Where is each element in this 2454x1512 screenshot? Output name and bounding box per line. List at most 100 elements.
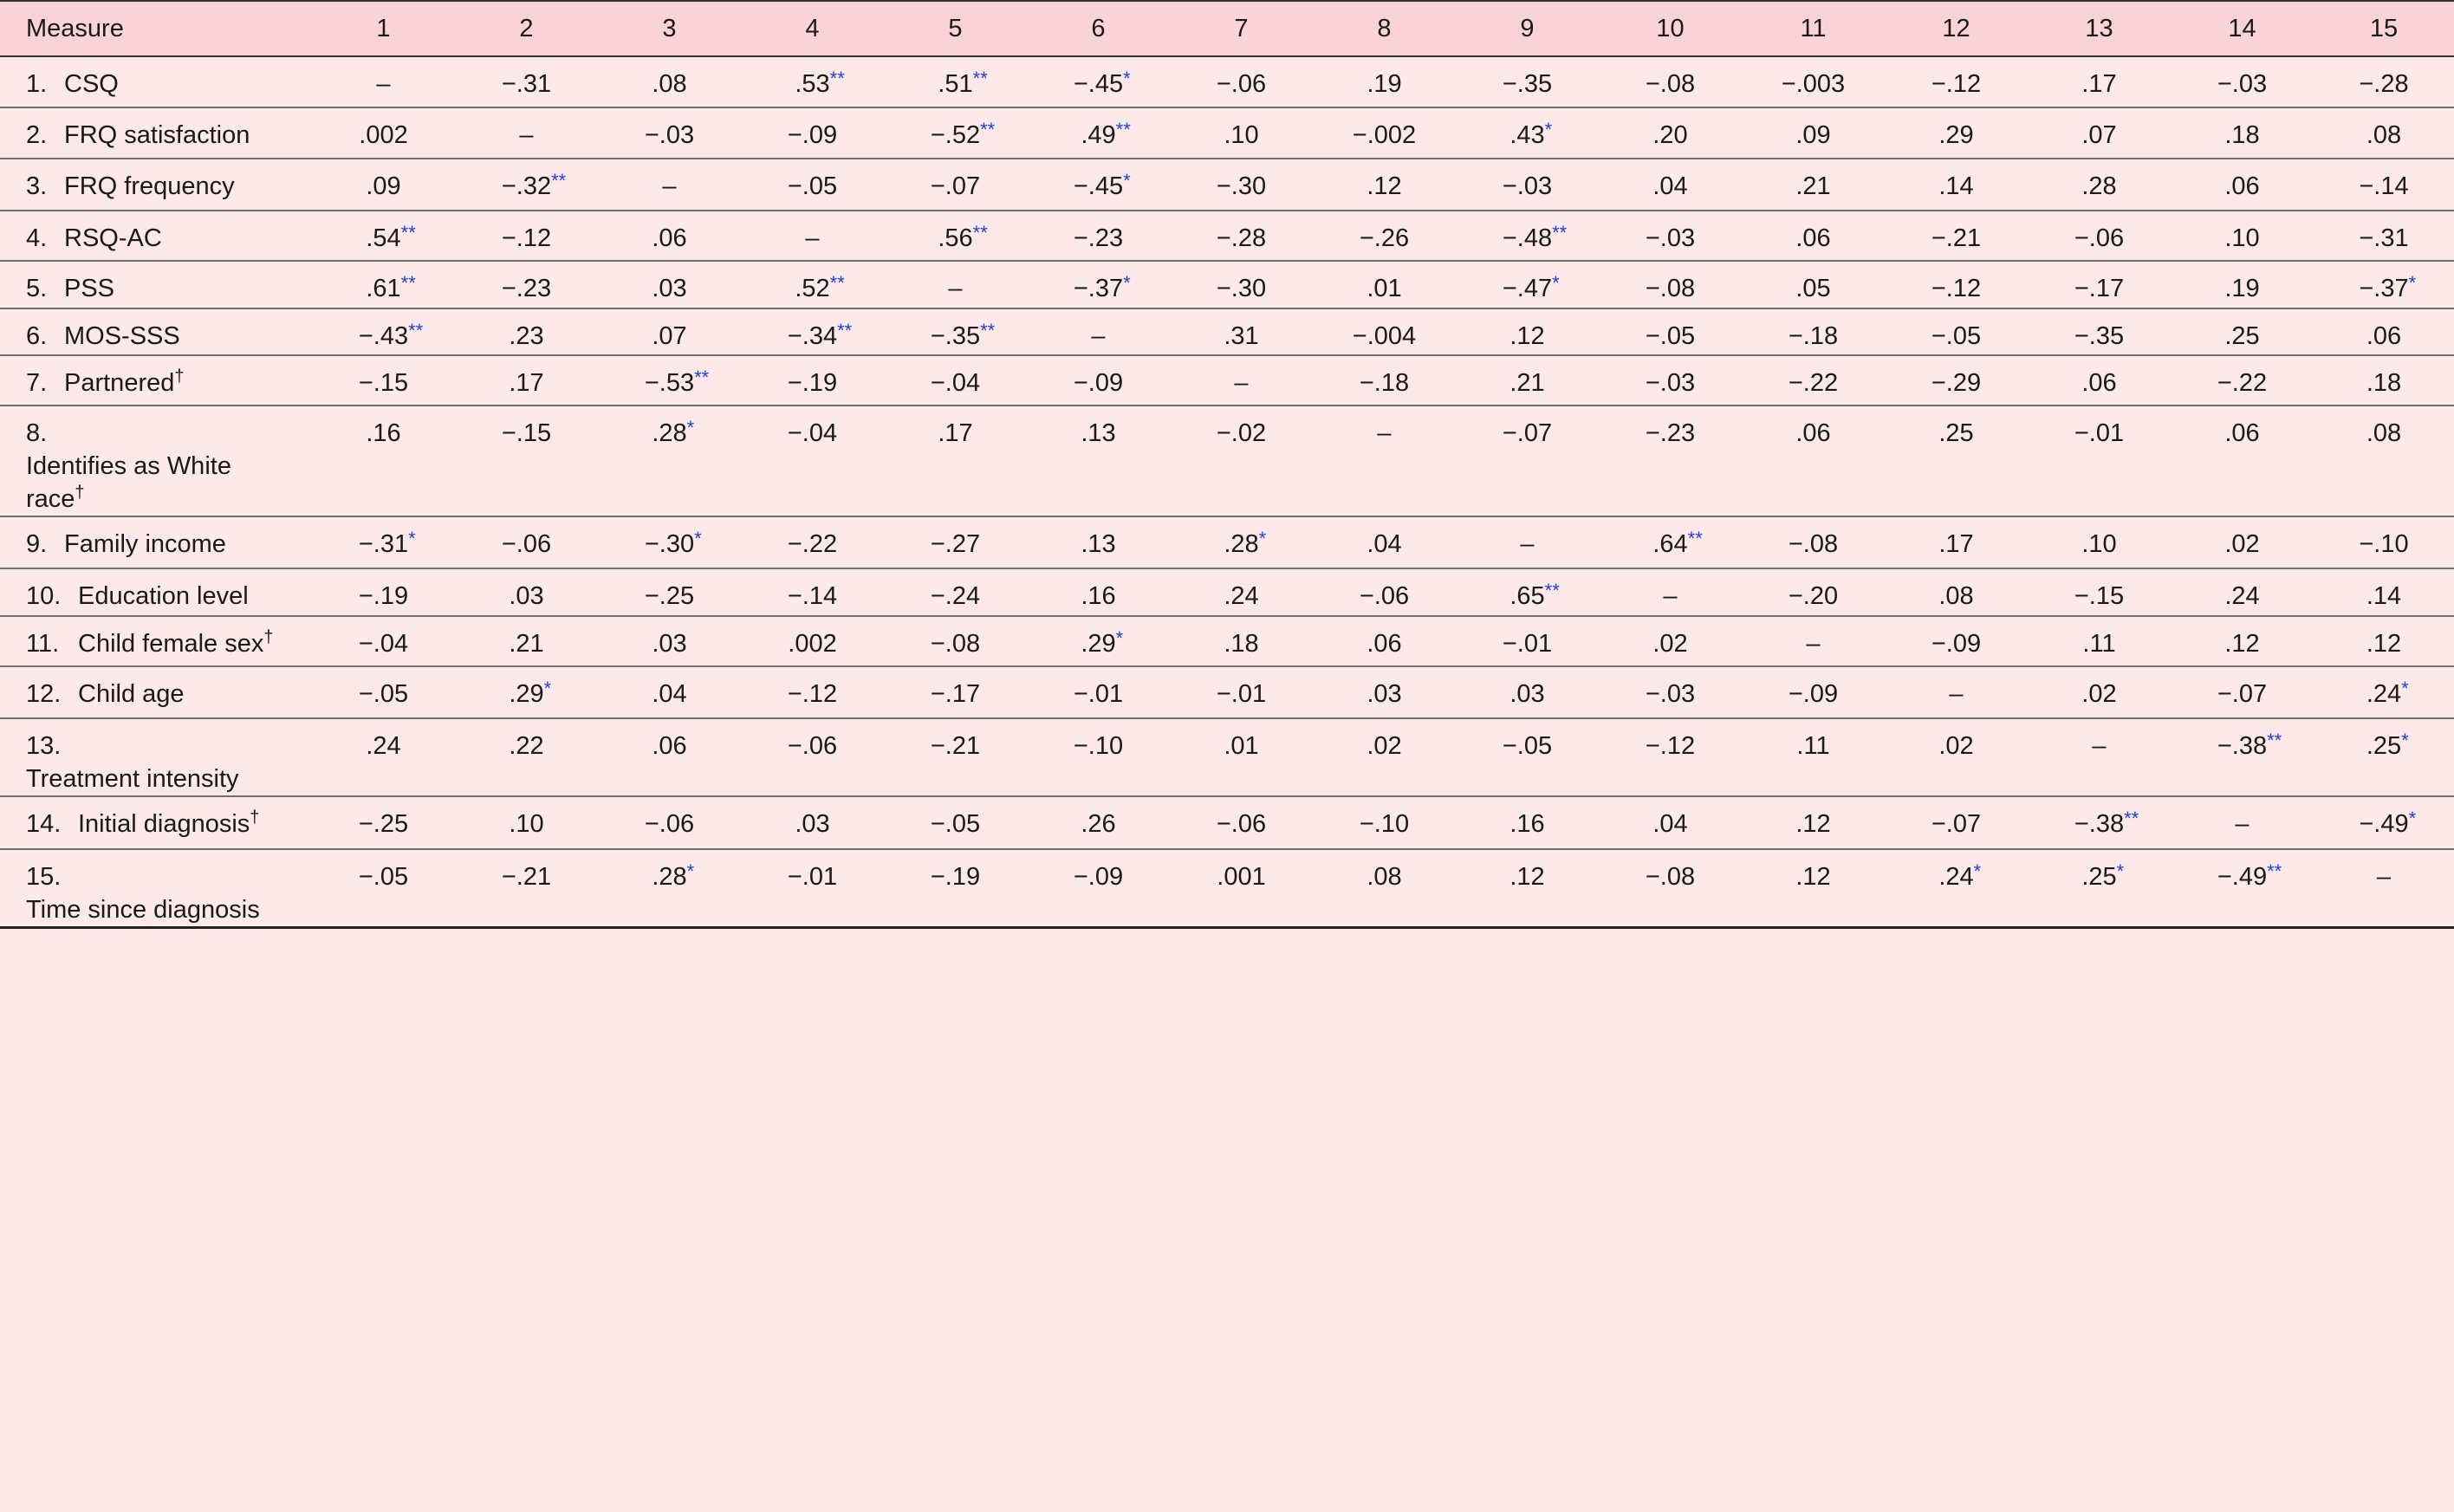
correlation-cell: .20 bbox=[1599, 107, 1742, 159]
measure-label-text: MOS-SSS bbox=[64, 322, 180, 350]
correlation-value: −.26 bbox=[1360, 222, 1409, 255]
correlation-value: −.12 bbox=[1646, 730, 1695, 762]
table-row: 5. PSS .61 ** −.23.03.52 ** – −.37 * −.30.01 −.47 *… bbox=[0, 261, 2454, 308]
correlation-number: .24 bbox=[1938, 863, 1974, 891]
correlation-number: – bbox=[948, 275, 963, 302]
correlation-cell: −.27 bbox=[884, 516, 1027, 568]
correlation-number: – bbox=[1520, 530, 1535, 558]
correlation-number: −.49 bbox=[2359, 810, 2409, 838]
correlation-value: .21 bbox=[509, 627, 543, 660]
correlation-cell: −.08 bbox=[1742, 516, 1885, 568]
correlation-number: −.45 bbox=[1073, 70, 1124, 98]
correlation-value: – bbox=[805, 222, 819, 255]
correlation-value: .07 bbox=[2081, 119, 2116, 152]
correlation-cell: .06 bbox=[2314, 308, 2454, 355]
correlation-number: −.07 bbox=[1502, 419, 1553, 447]
correlation-cell: .08 bbox=[2314, 406, 2454, 516]
correlation-value: −.38 ** bbox=[2074, 808, 2139, 840]
correlation-number: .25 bbox=[2224, 322, 2260, 350]
correlation-value: −.21 bbox=[931, 730, 980, 762]
correlation-value: .31 bbox=[1224, 320, 1258, 353]
measure-label: PSS bbox=[64, 272, 114, 305]
dagger-mark: † bbox=[263, 627, 274, 647]
table-row: 10. Education level −.19 .03 −.25 −.14 −.24 .16… bbox=[0, 568, 2454, 616]
correlation-cell: .56 ** bbox=[884, 211, 1027, 261]
correlation-cell: −.04 bbox=[884, 355, 1027, 406]
correlation-cell: −.004 bbox=[1313, 308, 1456, 355]
correlation-value: .24 * bbox=[1938, 860, 1981, 893]
correlation-value: −.22 bbox=[2217, 367, 2267, 399]
correlation-value: – bbox=[519, 119, 533, 152]
correlation-number: −.03 bbox=[1645, 680, 1696, 708]
correlation-cell: .61 ** bbox=[312, 261, 455, 308]
correlation-value: −.47 * bbox=[1503, 272, 1560, 305]
correlation-cell: – bbox=[2171, 796, 2314, 849]
correlation-number: −.28 bbox=[2359, 70, 2409, 98]
measure-number: 2. bbox=[26, 121, 48, 149]
correlation-cell: −.21 bbox=[1885, 211, 2028, 261]
correlation-value: −.08 bbox=[1646, 272, 1695, 305]
correlation-cell: .24 bbox=[312, 718, 455, 796]
significance-stars: * bbox=[1552, 272, 1560, 294]
correlation-value: .06 bbox=[2081, 367, 2116, 399]
correlation-value: .21 bbox=[1795, 170, 1830, 203]
correlation-number: .16 bbox=[366, 419, 401, 447]
correlation-value: .10 bbox=[2081, 528, 2116, 561]
correlation-value: −.31 bbox=[502, 68, 551, 101]
correlation-value: −.08 bbox=[1646, 68, 1695, 101]
correlation-number: .11 bbox=[2082, 630, 2116, 658]
correlation-number: .06 bbox=[1795, 419, 1831, 447]
correlation-number: −.01 bbox=[1216, 680, 1267, 708]
correlation-cell: −.12 bbox=[455, 211, 598, 261]
correlation-number: .12 bbox=[1795, 810, 1831, 838]
correlation-value: −.06 bbox=[788, 730, 837, 762]
correlation-number: .03 bbox=[652, 275, 687, 302]
correlation-number: −.14 bbox=[2359, 172, 2409, 200]
correlation-cell: −.03 bbox=[1599, 211, 1742, 261]
correlation-value: .06 bbox=[2224, 170, 2259, 203]
correlation-cell: .08 bbox=[1885, 568, 2028, 616]
correlation-cell: .14 bbox=[1885, 159, 2028, 211]
correlation-value: .56 ** bbox=[938, 222, 987, 255]
correlation-value: −.28 bbox=[2359, 68, 2408, 101]
correlation-cell: .03 bbox=[1313, 666, 1456, 718]
correlation-number: −.01 bbox=[1502, 630, 1553, 658]
measure-cell: 7. Partnered† bbox=[0, 355, 312, 406]
correlation-value: .16 bbox=[1081, 580, 1115, 613]
correlation-value: −.37 * bbox=[1074, 272, 1131, 305]
correlation-number: −.12 bbox=[1931, 275, 1982, 302]
measure-label: Initial diagnosis† bbox=[78, 808, 259, 840]
correlation-number: .10 bbox=[2224, 224, 2260, 252]
correlation-number: −.34 bbox=[787, 322, 838, 350]
correlation-number: – bbox=[519, 121, 534, 149]
correlation-number: −.12 bbox=[501, 224, 552, 252]
measure-number: 1. bbox=[26, 70, 48, 98]
correlation-value: .18 bbox=[1224, 627, 1258, 660]
correlation-number: .06 bbox=[652, 732, 687, 760]
correlation-cell: −.34 ** bbox=[741, 308, 884, 355]
measure-label-text: Education level bbox=[78, 582, 249, 610]
correlation-number: .01 bbox=[1224, 732, 1259, 760]
measure-cell: 6. MOS-SSS bbox=[0, 308, 312, 355]
correlation-number: .04 bbox=[652, 680, 687, 708]
correlation-number: −.37 bbox=[2359, 275, 2409, 302]
correlation-cell: .09 bbox=[312, 159, 455, 211]
significance-stars: * bbox=[686, 417, 695, 438]
table-row: 7. Partnered† −.15 .17 −.53 ** −.19 −.04 −.09 – −.… bbox=[0, 355, 2454, 406]
correlation-value: .24 * bbox=[2366, 678, 2409, 711]
correlation-number: −.05 bbox=[1931, 322, 1982, 350]
correlation-cell: .03 bbox=[455, 568, 598, 616]
correlation-cell: −.08 bbox=[1599, 261, 1742, 308]
correlation-cell: −.01 bbox=[1170, 666, 1313, 718]
correlation-value: −.34 ** bbox=[787, 320, 852, 353]
correlation-cell: −.15 bbox=[2028, 568, 2171, 616]
correlation-value: −.04 bbox=[788, 417, 837, 450]
correlation-value: −.49 * bbox=[2359, 808, 2416, 840]
measure-number: 13. bbox=[26, 732, 62, 760]
measure-cell: 9. Family income bbox=[0, 516, 312, 568]
correlation-value: – bbox=[1806, 627, 1820, 660]
correlation-cell: −.48 ** bbox=[1456, 211, 1599, 261]
correlation-cell: −.14 bbox=[2314, 159, 2454, 211]
correlation-cell: −.49 * bbox=[2314, 796, 2454, 849]
correlation-cell: – bbox=[1313, 406, 1456, 516]
